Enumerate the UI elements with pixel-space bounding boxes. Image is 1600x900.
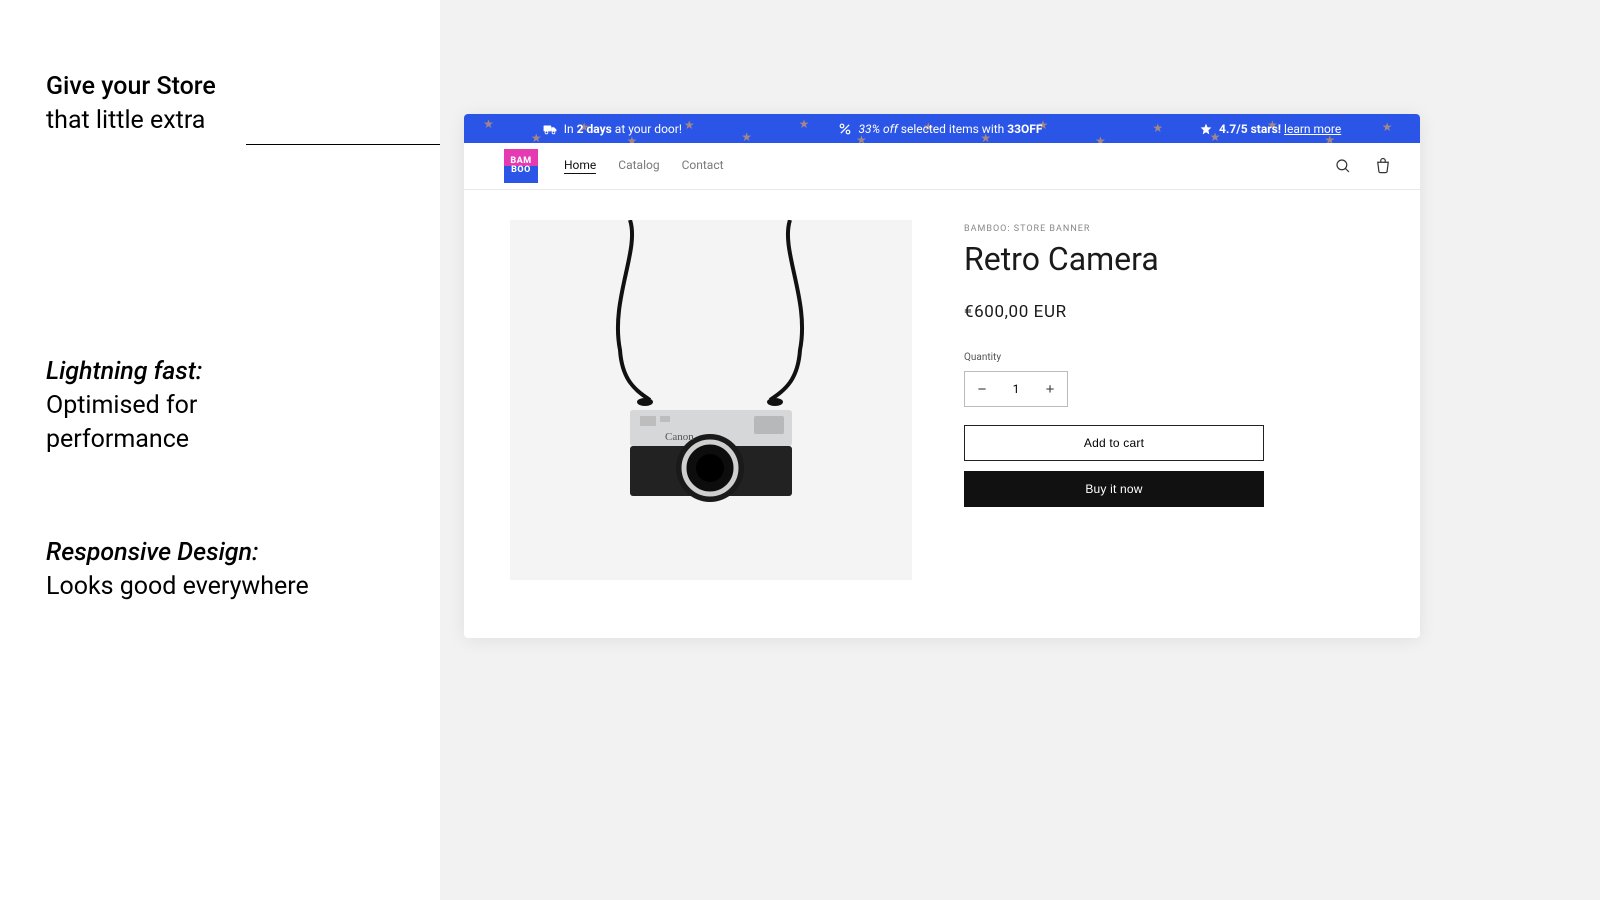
feature-3-head: Responsive Design:	[46, 536, 440, 570]
feature-3-line1: Looks good everywhere	[46, 570, 440, 604]
qty-increment[interactable]: +	[1033, 372, 1067, 406]
percent-icon	[839, 123, 851, 135]
feature-panel: Give your Store that little extra Lightn…	[0, 0, 440, 900]
feature-2: Lightning fast: Optimised for performanc…	[46, 355, 440, 456]
brand-logo[interactable]: BAM BOO	[504, 149, 538, 183]
product-vendor: BAMBOO: STORE BANNER	[964, 224, 1374, 234]
preview-stage: ★★★★★★★★★★★★★★★★★ In 2 days at your door…	[440, 0, 1600, 900]
feature-1: Give your Store that little extra	[46, 70, 440, 145]
banner-rating-text: 4.7/5 stars! learn more	[1219, 122, 1341, 136]
arrow-line	[246, 144, 440, 146]
learn-more-link[interactable]: learn more	[1284, 122, 1341, 136]
cart-icon[interactable]	[1374, 157, 1392, 175]
add-to-cart-button[interactable]: Add to cart	[964, 425, 1264, 461]
qty-value: 1	[999, 372, 1033, 406]
nav-home[interactable]: Home	[564, 158, 596, 174]
product-price: €600,00 EUR	[964, 302, 1374, 322]
top-banner: ★★★★★★★★★★★★★★★★★ In 2 days at your door…	[464, 114, 1420, 143]
qty-decrement[interactable]: −	[965, 372, 999, 406]
feature-2-head: Lightning fast:	[46, 355, 440, 389]
banner-discount: 33% off selected items with 33OFF	[839, 122, 1042, 136]
product-title: Retro Camera	[964, 240, 1374, 278]
brand-line2: BOO	[511, 166, 531, 175]
product-image: Canon	[510, 220, 912, 580]
header-tools	[1334, 157, 1392, 175]
search-icon[interactable]	[1334, 157, 1352, 175]
buy-now-button[interactable]: Buy it now	[964, 471, 1264, 507]
main-nav: Home Catalog Contact	[564, 158, 724, 174]
feature-1-line2: that little extra	[46, 104, 205, 138]
shop-header: BAM BOO Home Catalog Contact	[464, 143, 1420, 190]
quantity-label: Quantity	[964, 352, 1374, 363]
feature-2-line2: performance	[46, 423, 440, 457]
feature-1-line1: Give your Store	[46, 70, 440, 104]
nav-contact[interactable]: Contact	[682, 158, 724, 174]
banner-delivery: In 2 days at your door!	[543, 122, 682, 136]
banner-discount-text: 33% off selected items with 33OFF	[858, 122, 1042, 136]
store-screenshot: ★★★★★★★★★★★★★★★★★ In 2 days at your door…	[464, 114, 1420, 638]
svg-text:Canon: Canon	[665, 431, 694, 443]
product-body: Canon BAMBOO: STORE BANNER Retro Camera …	[464, 190, 1420, 610]
truck-icon	[543, 123, 557, 135]
star-icon	[1200, 123, 1212, 135]
feature-2-line1: Optimised for	[46, 389, 440, 423]
banner-delivery-text: In 2 days at your door!	[564, 122, 682, 136]
banner-rating: 4.7/5 stars! learn more	[1200, 122, 1341, 136]
product-info: BAMBOO: STORE BANNER Retro Camera €600,0…	[912, 220, 1374, 580]
feature-3: Responsive Design: Looks good everywhere	[46, 536, 440, 604]
nav-catalog[interactable]: Catalog	[618, 158, 659, 174]
quantity-stepper: − 1 +	[964, 371, 1068, 407]
